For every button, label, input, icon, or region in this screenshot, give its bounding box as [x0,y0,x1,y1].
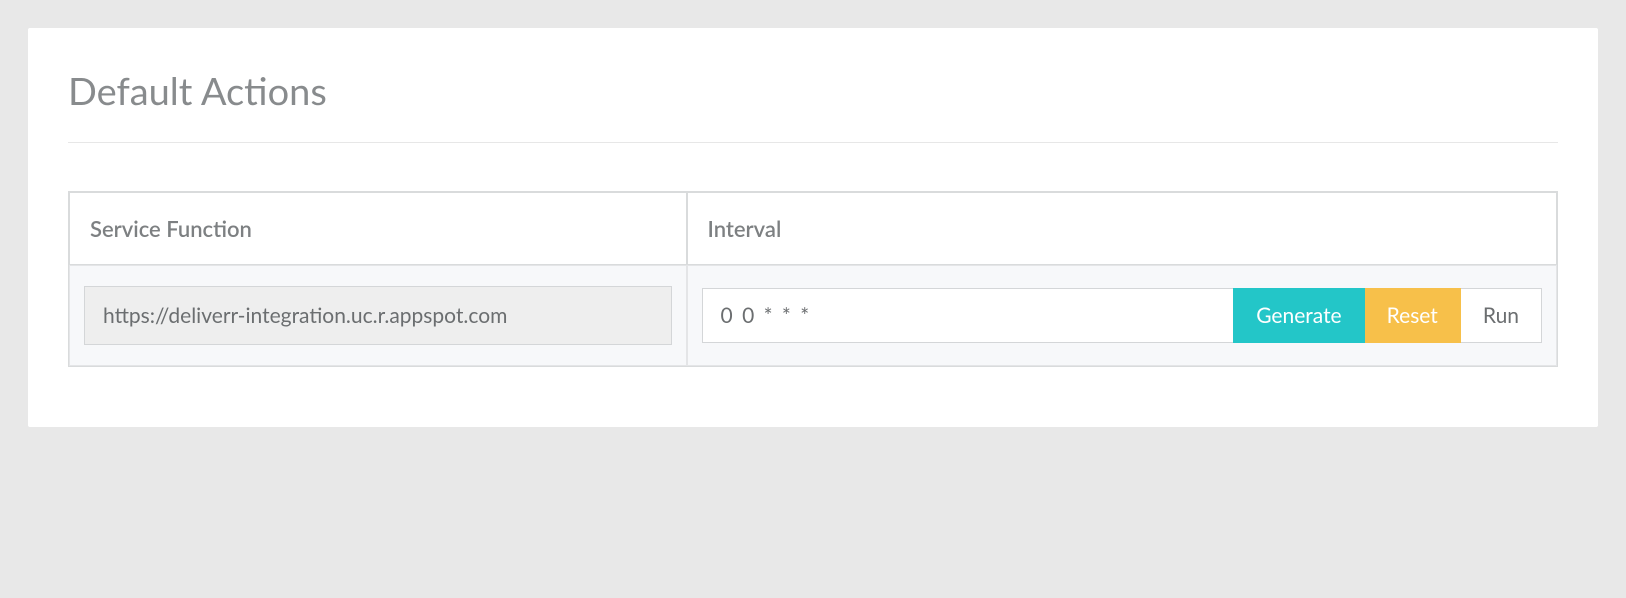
panel-divider [68,142,1558,143]
table-row: Generate Reset Run [69,265,1557,366]
panel-title: Default Actions [68,68,1558,114]
run-button[interactable]: Run [1461,288,1542,343]
interval-control-group: Generate Reset Run [702,288,1542,343]
reset-button[interactable]: Reset [1365,288,1461,343]
cell-service-function [69,265,687,366]
service-function-input[interactable] [84,286,672,345]
header-interval: Interval [687,192,1557,265]
interval-input[interactable] [702,288,1234,343]
header-service-function: Service Function [69,192,687,265]
cell-interval: Generate Reset Run [687,265,1557,366]
actions-table: Service Function Interval Generate Reset… [68,191,1558,367]
default-actions-panel: Default Actions Service Function Interva… [28,28,1598,427]
generate-button[interactable]: Generate [1233,288,1364,343]
